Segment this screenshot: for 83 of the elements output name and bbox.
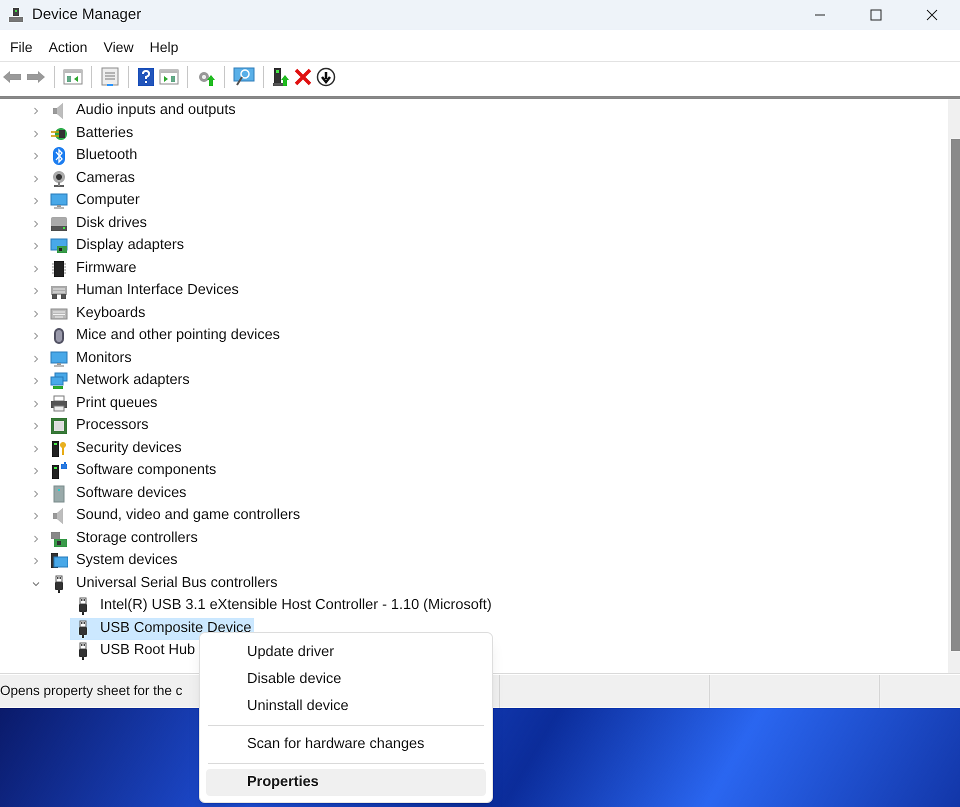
tree-item[interactable]: Cameras bbox=[74, 168, 137, 190]
expand-chevron-icon[interactable] bbox=[32, 310, 40, 318]
network-icon bbox=[50, 372, 68, 390]
expand-chevron-icon[interactable] bbox=[32, 557, 40, 566]
tree-item[interactable]: Computer bbox=[74, 190, 142, 212]
down-arrow-circle-icon[interactable] bbox=[316, 66, 336, 86]
webcam-icon bbox=[50, 170, 68, 188]
tree-item[interactable]: Mice and other pointing devices bbox=[74, 325, 282, 348]
action-pane-icon[interactable] bbox=[159, 68, 179, 86]
tree-item[interactable]: Processors bbox=[74, 415, 151, 438]
tree-item[interactable]: Universal Serial Bus controllers bbox=[74, 572, 280, 595]
tree-item[interactable]: Batteries bbox=[74, 122, 136, 145]
uninstall-x-icon[interactable] bbox=[294, 68, 312, 86]
expand-chevron-icon[interactable] bbox=[32, 197, 40, 206]
expand-chevron-icon[interactable] bbox=[32, 444, 40, 453]
expand-chevron-icon[interactable] bbox=[32, 107, 40, 116]
tree-item[interactable]: Keyboards bbox=[74, 302, 148, 325]
menu-item[interactable]: Action bbox=[40, 35, 96, 59]
window-title: Device Manager bbox=[32, 4, 142, 25]
help-icon[interactable] bbox=[137, 66, 155, 86]
close-icon bbox=[926, 9, 938, 21]
tree-item[interactable]: Disk drives bbox=[74, 212, 149, 235]
menu-item[interactable]: Help bbox=[142, 35, 186, 59]
tree-item[interactable]: Software devices bbox=[74, 482, 188, 505]
expand-chevron-icon[interactable] bbox=[32, 130, 40, 138]
tree-item[interactable]: Network adapters bbox=[74, 370, 192, 392]
expand-chevron-icon[interactable] bbox=[32, 220, 40, 228]
tree-item[interactable]: Display adapters bbox=[74, 235, 186, 258]
expand-chevron-icon[interactable] bbox=[32, 467, 40, 476]
tree-item[interactable]: Audio inputs and outputs bbox=[74, 100, 238, 122]
expand-chevron-icon[interactable] bbox=[32, 512, 40, 520]
monitor-magnifier-icon[interactable] bbox=[233, 66, 255, 86]
menu-item[interactable]: View bbox=[95, 35, 142, 59]
console-tree-icon[interactable] bbox=[63, 68, 83, 86]
monitor-icon bbox=[50, 192, 68, 210]
forward-arrow-icon[interactable] bbox=[26, 68, 46, 84]
tree-item[interactable]: Human Interface Devices bbox=[74, 280, 241, 302]
expand-chevron-icon[interactable] bbox=[32, 332, 40, 340]
storage-controller-icon bbox=[50, 530, 68, 548]
tree-item[interactable]: USB Root Hub bbox=[98, 640, 198, 662]
scrollbar-thumb[interactable] bbox=[951, 139, 960, 651]
maximize-icon bbox=[870, 9, 882, 21]
system-monitor-icon bbox=[50, 552, 68, 570]
processor-icon bbox=[50, 417, 68, 436]
tree-item[interactable]: Monitors bbox=[74, 348, 134, 370]
device-manager-icon bbox=[8, 7, 24, 23]
expand-chevron-icon[interactable] bbox=[32, 152, 40, 160]
collapse-chevron-icon[interactable] bbox=[32, 580, 40, 588]
tree-item[interactable]: Print queues bbox=[74, 392, 160, 415]
expand-chevron-icon[interactable] bbox=[32, 490, 40, 498]
bluetooth-icon bbox=[50, 147, 68, 166]
expand-chevron-icon[interactable] bbox=[32, 534, 40, 543]
chip-icon bbox=[50, 260, 68, 278]
tree-item[interactable]: Intel(R) USB 3.1 eXtensible Host Controller - 1.10 (Microsoft) bbox=[98, 595, 494, 618]
expand-chevron-icon[interactable] bbox=[32, 400, 40, 408]
properties-sheet-icon[interactable] bbox=[100, 66, 120, 86]
menu-item[interactable]: File bbox=[2, 35, 41, 59]
tree-item[interactable]: Storage controllers bbox=[74, 528, 200, 550]
context-menu-item[interactable]: Properties bbox=[206, 769, 486, 796]
expand-chevron-icon[interactable] bbox=[32, 377, 40, 386]
update-driver-icon[interactable] bbox=[272, 66, 290, 86]
scrollbar[interactable] bbox=[948, 99, 960, 673]
tree-item[interactable]: Software components bbox=[74, 460, 218, 482]
back-arrow-icon[interactable] bbox=[2, 68, 22, 84]
tree-item[interactable]: Sound, video and game controllers bbox=[74, 505, 302, 528]
disk-drive-icon bbox=[50, 214, 68, 233]
graphics-card-icon bbox=[50, 237, 68, 256]
expand-chevron-icon[interactable] bbox=[32, 422, 40, 430]
context-menu-item[interactable]: Update driver bbox=[206, 639, 486, 666]
expand-chevron-icon[interactable] bbox=[32, 354, 40, 363]
tower-key-icon bbox=[50, 440, 68, 458]
expand-chevron-icon[interactable] bbox=[32, 174, 40, 183]
monitor-icon bbox=[50, 350, 68, 368]
tree-item[interactable]: System devices bbox=[74, 550, 180, 572]
tower-puzzle-icon bbox=[50, 462, 68, 480]
tree-item[interactable]: Security devices bbox=[74, 438, 184, 460]
expand-chevron-icon[interactable] bbox=[32, 242, 40, 250]
tree-item[interactable]: Bluetooth bbox=[74, 145, 140, 168]
context-menu-item[interactable]: Scan for hardware changes bbox=[206, 731, 486, 758]
expand-chevron-icon[interactable] bbox=[32, 264, 40, 273]
printer-icon bbox=[50, 394, 68, 413]
tree-item[interactable]: Firmware bbox=[74, 258, 138, 280]
expand-chevron-icon[interactable] bbox=[32, 287, 40, 296]
